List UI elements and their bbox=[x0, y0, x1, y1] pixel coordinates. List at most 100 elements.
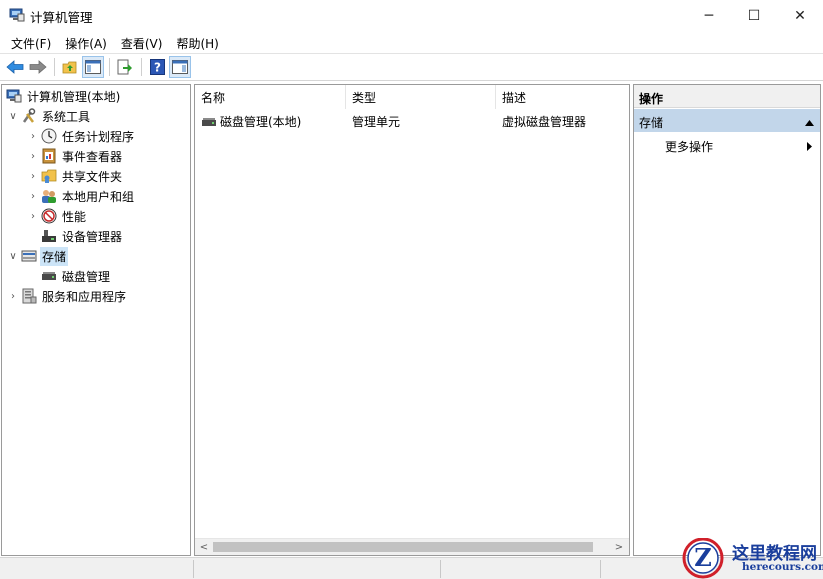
tree-item-label: 计算机管理(本地) bbox=[27, 89, 121, 104]
column-header-name[interactable]: 名称 bbox=[195, 85, 346, 109]
close-button[interactable]: ✕ bbox=[777, 0, 823, 31]
minimize-button[interactable]: ─ bbox=[686, 0, 732, 31]
up-folder-icon bbox=[62, 61, 77, 74]
disk-management-name: 磁盘管理(本地) bbox=[220, 115, 302, 129]
tree-item-storage[interactable]: ∨ 存储 bbox=[6, 246, 69, 266]
svg-text:?: ? bbox=[154, 61, 161, 75]
scrollbar-thumb[interactable] bbox=[213, 542, 593, 552]
tree-item-label: 本地用户和组 bbox=[62, 189, 135, 204]
toolbar-separator bbox=[54, 58, 55, 76]
list-cell-type: 管理单元 bbox=[352, 115, 401, 129]
tree-item-label: 性能 bbox=[62, 209, 87, 224]
maximize-button[interactable]: ☐ bbox=[731, 0, 777, 31]
watermark: Z 这里教程网 herecours.com bbox=[676, 538, 823, 579]
services-icon bbox=[20, 288, 38, 304]
forward-button[interactable] bbox=[27, 56, 49, 78]
show-hide-tree-icon bbox=[85, 60, 101, 74]
clock-icon bbox=[40, 128, 58, 144]
action-more-actions[interactable]: 更多操作 bbox=[634, 133, 820, 155]
show-hide-tree-button[interactable] bbox=[82, 56, 104, 78]
chevron-right-icon[interactable]: › bbox=[26, 151, 40, 162]
storage-icon bbox=[20, 248, 38, 264]
list-cell-description: 虚拟磁盘管理器 bbox=[502, 115, 587, 129]
action-section-label: 存储 bbox=[639, 116, 664, 130]
performance-icon bbox=[40, 208, 58, 224]
back-button[interactable] bbox=[4, 56, 26, 78]
svg-text:Z: Z bbox=[694, 543, 712, 572]
computer-management-icon bbox=[9, 8, 25, 22]
disk-icon bbox=[40, 268, 58, 284]
tree-item-device-manager[interactable]: 设备管理器 bbox=[40, 226, 124, 246]
toolbar: ? bbox=[0, 53, 823, 81]
show-hide-action-pane-button[interactable] bbox=[169, 56, 191, 78]
system-tools-icon bbox=[20, 108, 38, 124]
menu-action[interactable]: 操作(A) bbox=[58, 31, 114, 53]
status-divider bbox=[440, 560, 441, 578]
column-header-type[interactable]: 类型 bbox=[346, 85, 496, 109]
menu-help[interactable]: 帮助(H) bbox=[169, 31, 225, 53]
tree-item-label: 共享文件夹 bbox=[62, 169, 123, 184]
chevron-right-icon[interactable]: › bbox=[26, 211, 40, 222]
tree-item-event-viewer[interactable]: › 事件查看器 bbox=[26, 146, 124, 166]
tree-item-root[interactable]: 计算机管理(本地) bbox=[5, 86, 122, 106]
forward-icon bbox=[29, 60, 47, 74]
toolbar-separator bbox=[109, 58, 110, 76]
chevron-down-icon[interactable]: ∨ bbox=[6, 251, 20, 262]
tree-item-label: 设备管理器 bbox=[62, 229, 123, 244]
scroll-left-icon[interactable]: < bbox=[196, 540, 212, 555]
chevron-right-icon[interactable]: › bbox=[26, 131, 40, 142]
status-divider bbox=[193, 560, 194, 578]
tree-item-label: 系统工具 bbox=[42, 109, 91, 124]
scroll-right-icon[interactable]: > bbox=[611, 540, 627, 555]
window-title: 计算机管理 bbox=[30, 10, 93, 25]
users-icon bbox=[40, 188, 58, 204]
watermark-logo: Z bbox=[682, 538, 724, 579]
action-section-storage[interactable]: 存储 bbox=[634, 109, 820, 132]
tree-item-label: 事件查看器 bbox=[62, 149, 123, 164]
computer-management-icon bbox=[5, 88, 23, 104]
show-hide-action-pane-icon bbox=[172, 60, 188, 74]
tree-item-local-users[interactable]: › 本地用户和组 bbox=[26, 186, 136, 206]
tree-item-services[interactable]: › 服务和应用程序 bbox=[6, 286, 128, 306]
toolbar-separator bbox=[141, 58, 142, 76]
back-icon bbox=[6, 60, 24, 74]
list-item[interactable]: 磁盘管理(本地) 管理单元 虚拟磁盘管理器 bbox=[195, 111, 629, 131]
help-icon: ? bbox=[149, 59, 165, 75]
event-viewer-icon bbox=[40, 148, 58, 164]
tree-item-performance[interactable]: › 性能 bbox=[26, 206, 88, 226]
column-header-description[interactable]: 描述 bbox=[496, 85, 629, 109]
tree-item-system-tools[interactable]: ∨ 系统工具 bbox=[6, 106, 92, 126]
export-list-icon bbox=[117, 59, 132, 75]
action-pane-title: 操作 bbox=[634, 85, 820, 108]
tree-item-label: 存储 bbox=[40, 246, 69, 266]
up-folder-button[interactable] bbox=[59, 56, 81, 78]
device-manager-icon bbox=[40, 228, 58, 244]
chevron-right-icon[interactable]: › bbox=[26, 171, 40, 182]
tree-item-label: 任务计划程序 bbox=[62, 129, 135, 144]
shared-folder-icon bbox=[40, 168, 58, 184]
tree-item-disk-management[interactable]: 磁盘管理 bbox=[40, 266, 112, 286]
action-pane: 操作 存储 更多操作 bbox=[633, 84, 821, 556]
watermark-url: herecours.com bbox=[742, 561, 823, 573]
menu-view[interactable]: 查看(V) bbox=[114, 31, 170, 53]
help-button[interactable]: ? bbox=[146, 56, 168, 78]
export-list-button[interactable] bbox=[114, 56, 136, 78]
chevron-right-icon[interactable]: › bbox=[26, 191, 40, 202]
horizontal-scrollbar[interactable]: < > bbox=[195, 538, 629, 555]
title-bar: 计算机管理 ─ ☐ ✕ bbox=[0, 0, 823, 31]
tree-item-label: 服务和应用程序 bbox=[42, 289, 127, 304]
tree-item-task-scheduler[interactable]: › 任务计划程序 bbox=[26, 126, 136, 146]
submenu-arrow-icon bbox=[807, 140, 812, 154]
tree-item-shared-folders[interactable]: › 共享文件夹 bbox=[26, 166, 124, 186]
chevron-right-icon[interactable]: › bbox=[6, 291, 20, 302]
tree-item-label: 磁盘管理 bbox=[62, 269, 111, 284]
menu-bar: 文件(F) 操作(A) 查看(V) 帮助(H) bbox=[0, 31, 823, 53]
status-divider bbox=[600, 560, 601, 578]
disk-icon bbox=[201, 115, 217, 129]
more-actions-label: 更多操作 bbox=[665, 140, 714, 154]
collapse-up-icon[interactable] bbox=[805, 115, 814, 129]
console-tree-pane: 计算机管理(本地) ∨ 系统工具 › 任务计划程序 › 事件查看器 › 共享文件… bbox=[1, 84, 191, 556]
menu-file[interactable]: 文件(F) bbox=[4, 31, 58, 53]
result-list-pane: 名称 类型 描述 磁盘管理(本地) 管理单元 虚拟磁盘管理器 < > bbox=[194, 84, 630, 556]
chevron-down-icon[interactable]: ∨ bbox=[6, 111, 20, 122]
